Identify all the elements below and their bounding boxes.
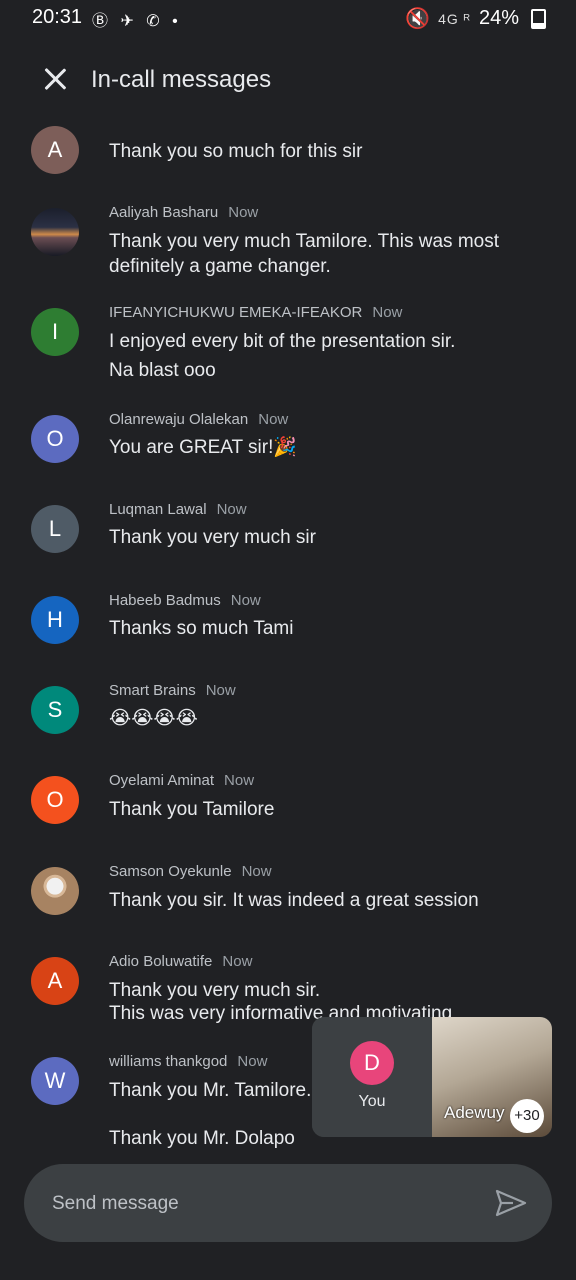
message-time: Now [224,772,255,789]
header: In-call messages [0,50,576,110]
sender-line: Habeeb Badmus Now [109,592,261,609]
avatar: A [31,957,79,1005]
avatar: I [31,308,79,356]
message-time: Now [258,411,289,428]
sender-name: Luqman Lawal [109,501,207,518]
participant-tiles[interactable]: D You Adewuy +30 [312,1017,552,1137]
sender-line: Luqman Lawal Now [109,501,247,518]
message-time: Now [237,1053,268,1070]
message-time: Now [230,592,261,609]
message-list[interactable]: A Thank you so much for this sir Aaliyah… [0,0,576,1160]
participant-name: Adewuy [444,1103,505,1122]
sender-name: Aaliyah Basharu [109,204,219,221]
send-icon[interactable] [494,1188,528,1218]
message-time: Now [372,304,403,321]
more-participants-badge[interactable]: +30 [510,1099,544,1133]
sender-line: Olanrewaju Olalekan Now [109,411,288,428]
message-time: Now [241,863,272,880]
sender-name: IFEANYICHUKWU EMEKA-IFEAKOR [109,304,363,321]
sender-line: Aaliyah Basharu Now [109,204,258,221]
sender-name: Smart Brains [109,682,196,699]
sender-line: Oyelami Aminat Now [109,772,254,789]
message-text: Thank you very much sir. [109,980,321,1001]
participant-video-tile[interactable]: Adewuy +30 [432,1017,552,1137]
sender-name: Habeeb Badmus [109,592,221,609]
sender-line: IFEANYICHUKWU EMEKA-IFEAKOR Now [109,304,402,321]
message-time: Now [228,204,259,221]
avatar: O [31,415,79,463]
message-text: Thank you so much for this sir [109,141,363,162]
send-message-input[interactable] [50,1164,474,1244]
message-time: Now [222,953,253,970]
message-text: Na blast ooo [109,360,216,381]
message-text: Thank you very much Tamilore. This was m… [109,231,499,277]
message-text: Thanks so much Tami [109,618,294,639]
sender-line: Adio Boluwatife Now [109,953,252,970]
sender-line: Samson Oyekunle Now [109,863,272,880]
message-text: Thank you sir. It was indeed a great ses… [109,890,479,911]
message-time: Now [216,501,247,518]
avatar [31,208,79,256]
message-time: Now [205,682,236,699]
message-text: 😭😭😭😭 [109,708,198,729]
sender-name: Samson Oyekunle [109,863,232,880]
message-text: Thank you Mr. Dolapo [109,1128,295,1149]
avatar: H [31,596,79,644]
self-tile[interactable]: D You [312,1017,432,1137]
avatar: W [31,1057,79,1105]
avatar: O [31,776,79,824]
avatar: A [31,126,79,174]
sender-name: Olanrewaju Olalekan [109,411,249,428]
avatar [31,867,79,915]
self-avatar: D [350,1041,394,1085]
message-text: I enjoyed every bit of the presentation … [109,331,456,352]
close-icon[interactable] [38,62,72,96]
sender-name: williams thankgod [109,1053,228,1070]
page-title: In-call messages [91,66,272,93]
sender-line: Smart Brains Now [109,682,236,699]
message-text: Thank you very much sir [109,527,316,548]
message-composer [24,1164,552,1244]
sender-name: Oyelami Aminat [109,772,215,789]
avatar: L [31,505,79,553]
self-label: You [358,1093,386,1110]
message-text: Thank you Tamilore [109,799,275,820]
avatar: S [31,686,79,734]
message-text: You are GREAT sir!🎉 [109,437,298,458]
sender-line: williams thankgod Now [109,1053,267,1070]
sender-name: Adio Boluwatife [109,953,213,970]
